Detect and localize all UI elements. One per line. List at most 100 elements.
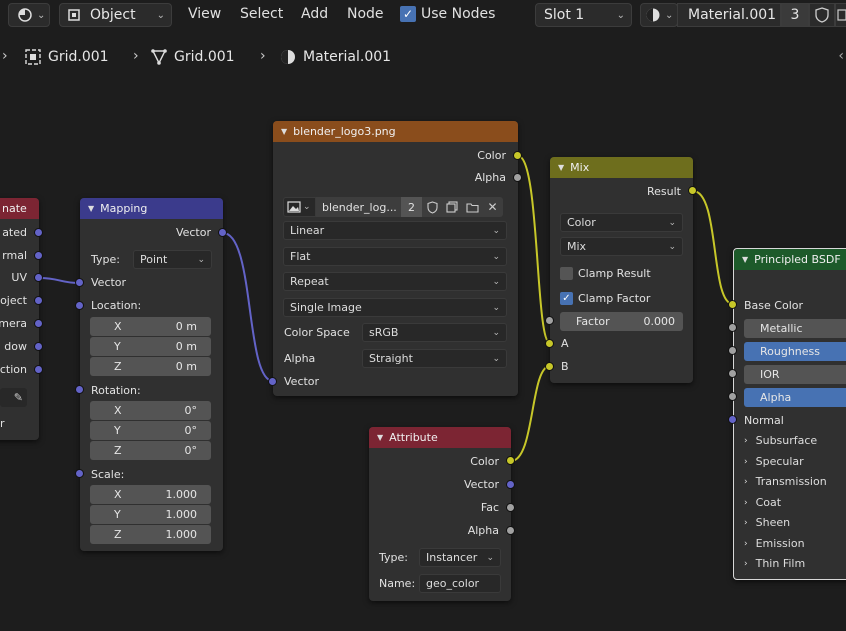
output-socket[interactable] bbox=[506, 526, 515, 535]
ior-field[interactable]: IOR bbox=[744, 365, 846, 384]
output-socket[interactable] bbox=[34, 251, 43, 260]
output-socket[interactable] bbox=[513, 151, 522, 160]
input-socket[interactable] bbox=[728, 300, 737, 309]
mapping-type-dropdown[interactable]: Point ⌄ bbox=[133, 250, 212, 269]
color-space-dropdown[interactable]: sRGB ⌄ bbox=[362, 323, 507, 342]
scale-x-field[interactable]: X 1.000 bbox=[90, 485, 211, 504]
rotation-y-field[interactable]: Y 0° bbox=[90, 421, 211, 440]
panel-transmission[interactable]: › Transmission bbox=[744, 475, 827, 488]
menu-add[interactable]: Add bbox=[301, 6, 328, 22]
alpha-mode-dropdown[interactable]: Straight ⌄ bbox=[362, 349, 507, 368]
material-browse-button[interactable]: ⌄ bbox=[640, 3, 678, 27]
menu-select[interactable]: Select bbox=[240, 6, 283, 22]
attribute-type-dropdown[interactable]: Instancer ⌄ bbox=[419, 548, 501, 567]
collapse-arrow-icon[interactable]: ▼ bbox=[377, 433, 383, 442]
output-socket[interactable] bbox=[34, 296, 43, 305]
extension-dropdown[interactable]: Repeat ⌄ bbox=[283, 272, 507, 291]
output-socket[interactable] bbox=[34, 273, 43, 282]
attribute-name-field[interactable]: geo_color bbox=[419, 574, 501, 593]
node-header[interactable]: ▼ Attribute bbox=[369, 427, 511, 448]
input-socket[interactable] bbox=[75, 469, 84, 478]
duplicate-image-button[interactable] bbox=[442, 197, 462, 217]
output-socket[interactable] bbox=[506, 456, 515, 465]
source-dropdown[interactable]: Single Image ⌄ bbox=[283, 298, 507, 317]
panel-thin-film[interactable]: › Thin Film bbox=[744, 557, 805, 570]
checkbox-icon[interactable]: ✓ bbox=[560, 291, 573, 305]
factor-field[interactable]: Factor 0.000 bbox=[560, 312, 683, 331]
menu-node[interactable]: Node bbox=[347, 6, 384, 22]
panel-coat[interactable]: › Coat bbox=[744, 496, 781, 509]
output-socket[interactable] bbox=[218, 228, 227, 237]
metallic-field[interactable]: Metallic bbox=[744, 319, 846, 338]
input-socket[interactable] bbox=[545, 316, 554, 325]
node-header[interactable]: ▼ Mix bbox=[550, 157, 693, 178]
fake-user-button[interactable] bbox=[809, 3, 835, 27]
clamp-result-toggle[interactable]: Clamp Result bbox=[560, 264, 651, 282]
input-socket[interactable] bbox=[75, 385, 84, 394]
collapse-arrow-icon[interactable]: ▼ bbox=[88, 204, 94, 213]
location-y-field[interactable]: Y 0 m bbox=[90, 337, 211, 356]
panel-emission[interactable]: › Emission bbox=[744, 537, 805, 550]
panel-specular[interactable]: › Specular bbox=[744, 455, 804, 468]
eyedropper-button[interactable]: ✎ bbox=[0, 388, 27, 407]
use-nodes-toggle[interactable]: ✓ Use Nodes bbox=[400, 6, 495, 22]
open-image-button[interactable] bbox=[462, 197, 482, 217]
output-socket[interactable] bbox=[34, 228, 43, 237]
breadcrumb-item-mesh[interactable]: Grid.001 bbox=[150, 48, 235, 66]
input-socket[interactable] bbox=[728, 415, 737, 424]
node-header[interactable]: ▼ blender_logo3.png bbox=[273, 121, 518, 142]
image-browse-button[interactable]: ⌄ bbox=[283, 197, 316, 217]
object-mode-dropdown[interactable]: Object ⌄ bbox=[59, 3, 172, 27]
projection-dropdown[interactable]: Flat ⌄ bbox=[283, 247, 507, 266]
roughness-field[interactable]: Roughness bbox=[744, 342, 846, 361]
data-type-dropdown[interactable]: Color ⌄ bbox=[560, 213, 683, 232]
clamp-factor-toggle[interactable]: ✓ Clamp Factor bbox=[560, 289, 650, 307]
output-socket[interactable] bbox=[506, 503, 515, 512]
input-socket[interactable] bbox=[728, 346, 737, 355]
collapse-arrow-icon[interactable]: ▼ bbox=[742, 255, 748, 264]
panel-sheen[interactable]: › Sheen bbox=[744, 516, 790, 529]
alpha-field[interactable]: Alpha bbox=[744, 388, 846, 407]
input-socket[interactable] bbox=[728, 392, 737, 401]
breadcrumb-item-object[interactable]: Grid.001 bbox=[24, 48, 109, 66]
input-socket[interactable] bbox=[728, 323, 737, 332]
rotation-z-field[interactable]: Z 0° bbox=[90, 441, 211, 460]
node-header[interactable]: ▼ Principled BSDF bbox=[734, 249, 846, 270]
slot-dropdown[interactable]: Slot 1 ⌄ bbox=[535, 3, 632, 27]
input-socket[interactable] bbox=[728, 369, 737, 378]
image-users-count[interactable]: 2 bbox=[401, 197, 422, 217]
scale-z-field[interactable]: Z 1.000 bbox=[90, 525, 211, 544]
output-socket[interactable] bbox=[513, 173, 522, 182]
principled-bsdf-node[interactable]: ▼ Principled BSDF Base Color Metallic Rou… bbox=[733, 248, 846, 580]
checkbox-icon[interactable] bbox=[560, 266, 573, 280]
attribute-node[interactable]: ▼ Attribute Color Vector Fac Alpha Type: … bbox=[369, 427, 511, 601]
location-z-field[interactable]: Z 0 m bbox=[90, 357, 211, 376]
output-socket[interactable] bbox=[688, 186, 697, 195]
texture-coordinate-node[interactable]: nate ated rmal UV oject mera dow ction ✎… bbox=[0, 198, 39, 440]
input-socket[interactable] bbox=[75, 301, 84, 310]
input-socket[interactable] bbox=[545, 362, 554, 371]
sidebar-toggle-icon[interactable]: ‹ bbox=[838, 48, 844, 64]
node-header[interactable]: nate bbox=[0, 198, 39, 219]
collapse-arrow-icon[interactable]: ▼ bbox=[281, 127, 287, 136]
blend-mode-dropdown[interactable]: Mix ⌄ bbox=[560, 237, 683, 256]
output-socket[interactable] bbox=[34, 319, 43, 328]
interpolation-dropdown[interactable]: Linear ⌄ bbox=[283, 221, 507, 240]
scale-y-field[interactable]: Y 1.000 bbox=[90, 505, 211, 524]
input-socket[interactable] bbox=[268, 377, 277, 386]
image-selector[interactable]: ⌄ blender_log... 2 ✕ bbox=[283, 197, 507, 217]
unlink-image-button[interactable]: ✕ bbox=[482, 197, 503, 217]
duplicate-material-button[interactable] bbox=[835, 3, 846, 27]
rotation-x-field[interactable]: X 0° bbox=[90, 401, 211, 420]
checkbox-icon[interactable]: ✓ bbox=[400, 6, 416, 22]
menu-view[interactable]: View bbox=[188, 6, 221, 22]
output-socket[interactable] bbox=[34, 365, 43, 374]
node-header[interactable]: ▼ Mapping bbox=[80, 198, 223, 219]
input-socket[interactable] bbox=[545, 339, 554, 348]
image-name-field[interactable]: blender_log... bbox=[316, 197, 401, 217]
output-socket[interactable] bbox=[506, 480, 515, 489]
fake-user-button[interactable] bbox=[422, 197, 442, 217]
panel-subsurface[interactable]: › Subsurface bbox=[744, 434, 817, 447]
location-x-field[interactable]: X 0 m bbox=[90, 317, 211, 336]
image-texture-node[interactable]: ▼ blender_logo3.png Color Alpha ⌄ blender… bbox=[273, 121, 518, 396]
